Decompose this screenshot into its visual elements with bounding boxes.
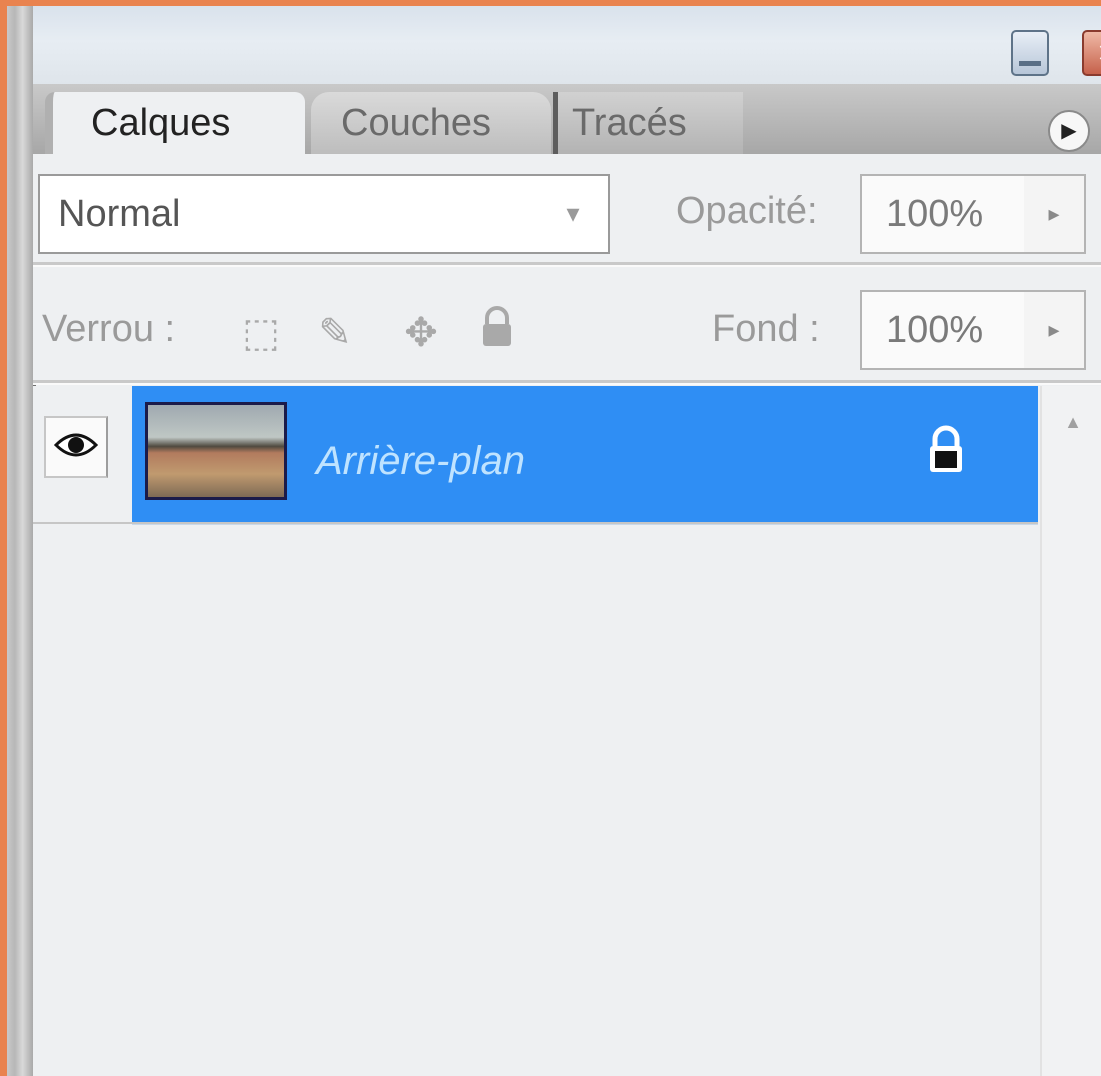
fill-stepper[interactable]: ▸ [1024,290,1086,370]
options-divider [33,262,1101,267]
chevron-down-icon: ▾ [566,198,580,228]
lock-label: Verrou : [42,308,176,350]
window-left-frame [7,6,36,1076]
panel-titlebar[interactable]: ✕ [33,6,1101,84]
opacity-label: Opacité: [676,190,818,232]
lock-all-icon [479,306,515,357]
tab-calques[interactable]: Calques [45,92,305,154]
scroll-up-icon[interactable]: ▲ [1058,412,1088,442]
layers-divider [33,380,1101,385]
eye-icon [53,431,99,464]
panel-menu-icon: ▶ [1061,120,1077,142]
lock-all-button[interactable] [470,306,524,360]
lock-paint-icon: ✎ [318,311,352,355]
layers-scrollbar[interactable] [1040,386,1101,1076]
lock-paint-button[interactable]: ✎ [308,306,362,360]
panel-menu-button[interactable]: ▶ [1048,110,1090,152]
opacity-stepper[interactable]: ▸ [1024,174,1086,254]
layer-row-separator [33,522,1038,524]
opacity-input[interactable]: 100% [860,174,1026,254]
tab-couches[interactable]: Couches [311,92,551,154]
layer-lock-icon [924,424,968,476]
layer-thumbnail[interactable] [145,402,287,500]
lock-move-icon: ✥ [404,311,438,355]
layer-name[interactable]: Arrière-plan [316,435,525,487]
blend-mode-select[interactable]: Normal ▾ [38,174,610,254]
tab-traces[interactable]: Tracés [553,92,743,154]
fill-label: Fond : [712,308,820,350]
fill-input[interactable]: 100% [860,290,1026,370]
blend-mode-value: Normal [58,193,181,235]
layer-visibility-toggle[interactable] [44,416,108,478]
panel-tabs: Calques Couches Tracés [33,84,1101,154]
close-icon: ✕ [1097,38,1101,68]
lock-transparency-icon: ⬚ [242,311,280,355]
minimize-button[interactable] [1011,30,1049,76]
lock-transparency-button[interactable]: ⬚ [234,306,288,360]
close-button[interactable]: ✕ [1082,30,1101,76]
lock-move-button[interactable]: ✥ [394,306,448,360]
